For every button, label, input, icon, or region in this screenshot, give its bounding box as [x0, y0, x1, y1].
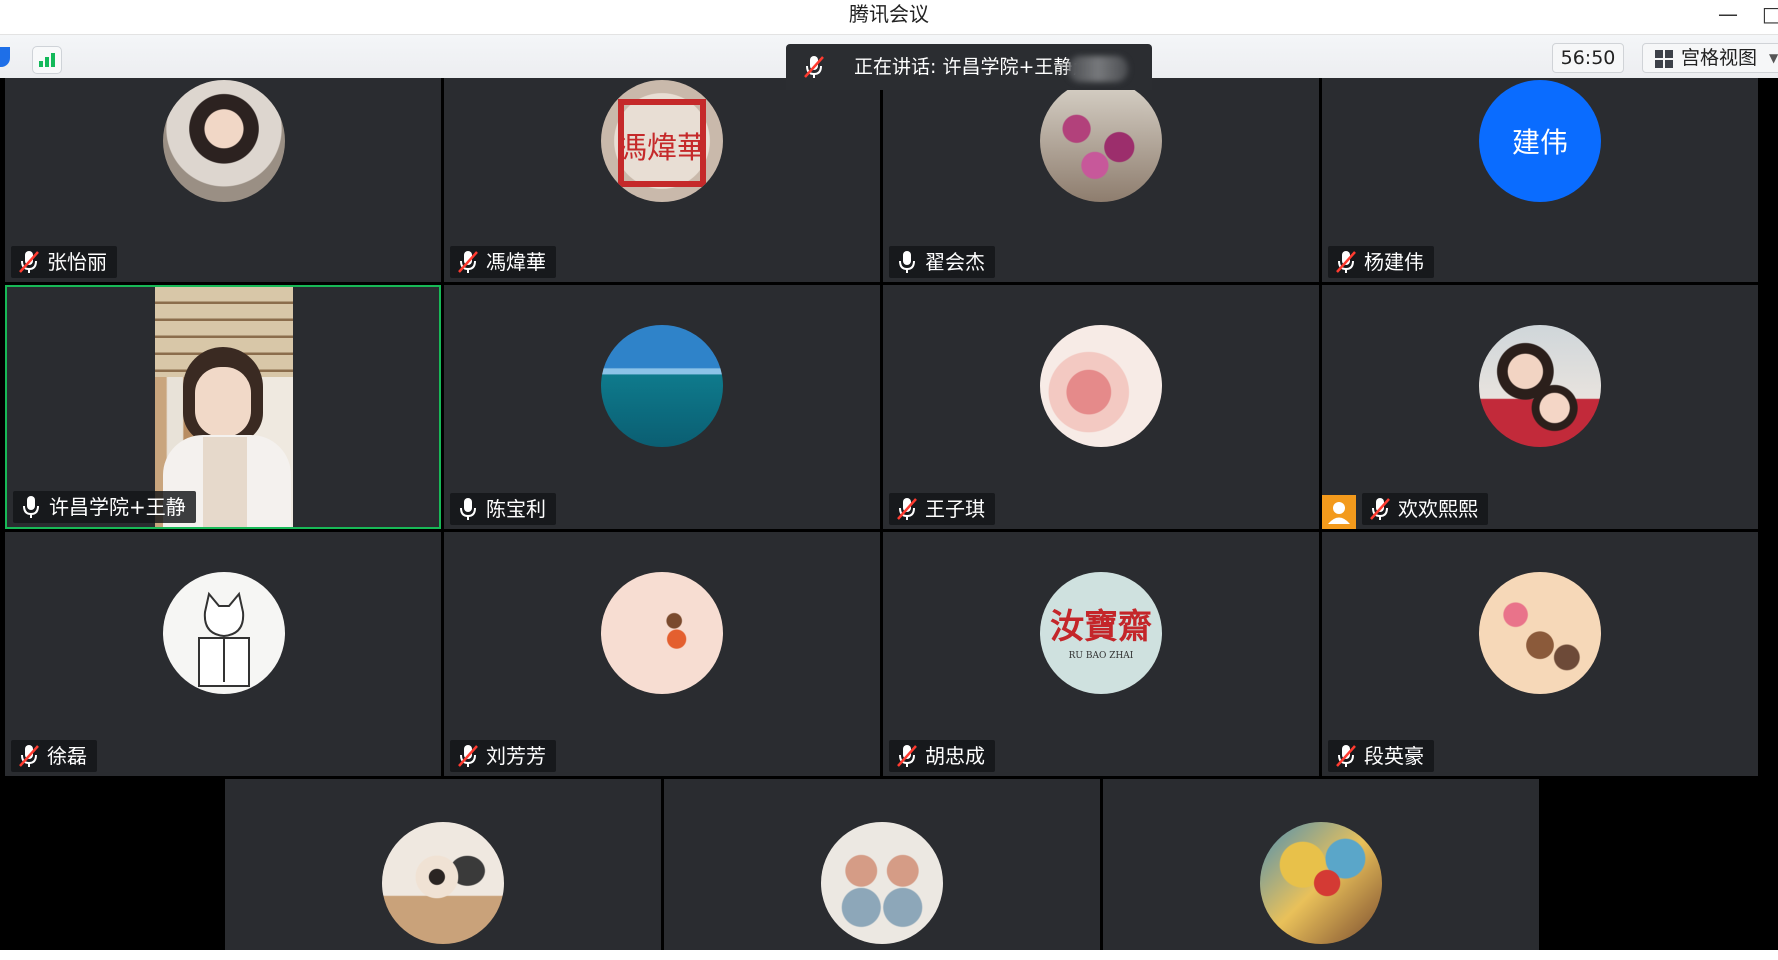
participant-avatar	[1479, 572, 1601, 694]
host-badge-icon	[1322, 495, 1356, 529]
participant-avatar	[163, 572, 285, 694]
muted-microphone-icon[interactable]	[1334, 249, 1358, 275]
participant-tile[interactable]: 汝寶齋 RU BAO ZHAI 胡忠成	[883, 532, 1319, 776]
participant-name: 张怡丽	[47, 250, 107, 274]
minimize-icon[interactable]: —	[1718, 0, 1738, 28]
grid-view-icon	[1655, 50, 1673, 68]
participant-avatar	[1479, 325, 1601, 447]
participant-avatar	[382, 822, 504, 944]
security-shield-icon[interactable]	[0, 47, 10, 67]
participant-name: 王子琪	[925, 497, 985, 521]
participant-tile[interactable]: 翟会杰	[883, 78, 1319, 282]
participant-name: 陈宝利	[486, 497, 546, 521]
participant-tile[interactable]: 欢欢熙熙	[1322, 285, 1758, 529]
network-signal-icon[interactable]	[32, 46, 62, 74]
participant-name-tag: 翟会杰	[889, 246, 995, 278]
bottom-strip	[0, 950, 1778, 960]
participant-name: 馮煒華	[486, 250, 546, 274]
participant-name-tag: 杨建伟	[1328, 246, 1434, 278]
participant-name-tag: 段英豪	[1328, 740, 1434, 772]
participant-tile[interactable]: 刘芳芳	[444, 532, 880, 776]
muted-microphone-icon[interactable]	[17, 249, 41, 275]
microphone-icon[interactable]	[19, 494, 43, 520]
participant-name-tag: 胡忠成	[889, 740, 995, 772]
participant-name: 胡忠成	[925, 744, 985, 768]
view-mode-button[interactable]: 宫格视图 ▼	[1642, 43, 1778, 73]
participant-name-tag: 张怡丽	[11, 246, 117, 278]
participant-name-tag: 徐磊	[11, 740, 97, 772]
participant-tile[interactable]: 段英豪	[1322, 532, 1758, 776]
participant-avatar	[601, 572, 723, 694]
participant-name: 许昌学院+王静	[49, 495, 186, 519]
participant-tile[interactable]: 陈宝利	[444, 285, 880, 529]
meeting-timer: 56:50	[1552, 43, 1624, 73]
logo-subtext: RU BAO ZHAI	[1069, 651, 1134, 661]
participant-name: 刘芳芳	[486, 744, 546, 768]
participant-tile[interactable]: 王子琪	[883, 285, 1319, 529]
participant-tile[interactable]: 张怡丽	[5, 78, 441, 282]
muted-microphone-icon[interactable]	[802, 54, 826, 80]
microphone-icon[interactable]	[456, 496, 480, 522]
muted-microphone-icon[interactable]	[1334, 743, 1358, 769]
title-bar: 腾讯会议 — □	[0, 0, 1778, 34]
participant-avatar	[1040, 80, 1162, 202]
participant-tile[interactable]: 建伟 杨建伟	[1322, 78, 1758, 282]
participant-name-tag: 刘芳芳	[450, 740, 556, 772]
window-title: 腾讯会议	[849, 2, 929, 26]
muted-microphone-icon[interactable]	[17, 743, 41, 769]
participant-tile[interactable]: 馮煒華 馮煒華	[444, 78, 880, 282]
maximize-icon[interactable]: □	[1762, 0, 1778, 28]
muted-microphone-icon[interactable]	[456, 249, 480, 275]
participant-name: 欢欢熙熙	[1398, 497, 1478, 521]
logo-text: 汝寶齋	[1050, 607, 1152, 647]
participant-tile[interactable]	[1103, 779, 1539, 950]
participant-name-tag: 欢欢熙熙	[1362, 493, 1488, 525]
speaking-text: 正在讲话: 许昌学院+王静;	[854, 56, 1079, 78]
participant-name: 徐磊	[47, 744, 87, 768]
blurred-name	[1068, 56, 1128, 82]
muted-microphone-icon[interactable]	[895, 743, 919, 769]
participant-avatar: 汝寶齋 RU BAO ZHAI	[1040, 572, 1162, 694]
video-grid: 张怡丽 馮煒華 馮煒華 翟会杰 建伟 杨建伟 许昌学院+王静 陈宝利 王子琪 欢…	[0, 78, 1778, 950]
participant-avatar: 馮煒華	[601, 80, 723, 202]
participant-avatar	[1260, 822, 1382, 944]
participant-tile[interactable]	[225, 779, 661, 950]
participant-name: 段英豪	[1364, 744, 1424, 768]
participant-name-tag: 许昌学院+王静	[13, 491, 196, 523]
seal-text: 馮煒華	[617, 131, 707, 166]
participant-name-tag: 王子琪	[889, 493, 995, 525]
participant-name-tag: 陈宝利	[450, 493, 556, 525]
microphone-icon[interactable]	[895, 249, 919, 275]
participant-tile[interactable]: 徐磊	[5, 532, 441, 776]
participant-avatar	[163, 80, 285, 202]
participant-tile-speaking[interactable]: 许昌学院+王静	[5, 285, 441, 529]
muted-microphone-icon[interactable]	[1368, 496, 1392, 522]
participant-name-tag: 馮煒華	[450, 246, 556, 278]
participant-avatar	[1040, 325, 1162, 447]
muted-microphone-icon[interactable]	[456, 743, 480, 769]
participant-avatar: 建伟	[1479, 80, 1601, 202]
muted-microphone-icon[interactable]	[895, 496, 919, 522]
chevron-down-icon: ▼	[1769, 51, 1778, 65]
view-mode-label: 宫格视图	[1681, 47, 1758, 69]
participant-avatar	[821, 822, 943, 944]
speaking-banner: 正在讲话: 许昌学院+王静;	[786, 44, 1152, 90]
participant-tile[interactable]	[664, 779, 1100, 950]
participant-avatar	[601, 325, 723, 447]
participant-name: 翟会杰	[925, 250, 985, 274]
participant-name: 杨建伟	[1364, 250, 1424, 274]
